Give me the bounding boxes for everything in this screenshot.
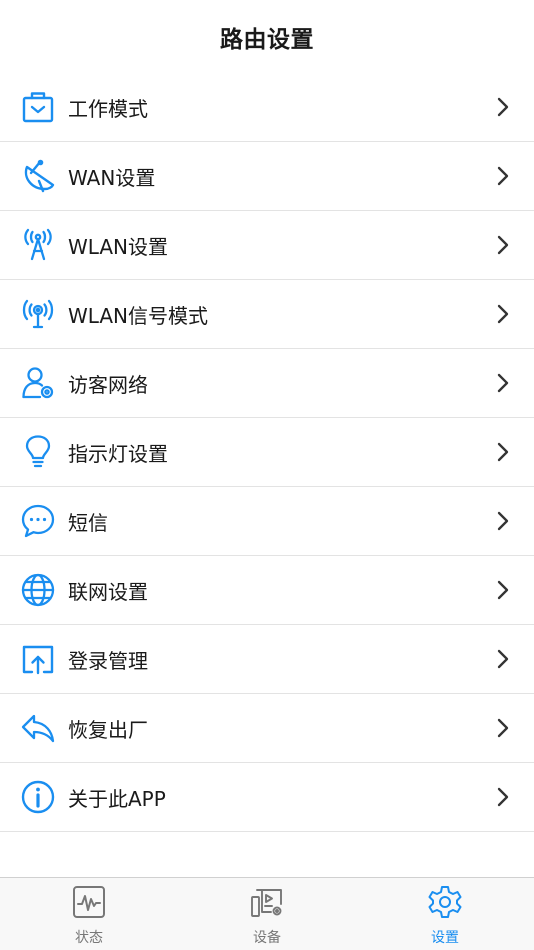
menu-item-label: 恢复出厂	[68, 717, 148, 742]
chat-bubble-icon	[21, 504, 55, 538]
info-icon	[21, 780, 55, 814]
upload-screen-icon	[21, 642, 55, 676]
briefcase-icon	[21, 90, 55, 124]
antenna-tower-icon	[21, 228, 55, 262]
tab-label: 状态	[75, 930, 103, 946]
chevron-right-icon	[496, 580, 510, 600]
reply-arrow-icon	[21, 711, 55, 745]
chevron-right-icon	[496, 718, 510, 738]
tab-device[interactable]: 设备	[178, 878, 356, 950]
tab-status[interactable]: 状态	[0, 878, 178, 950]
menu-item-indicator-light[interactable]: 指示灯设置	[0, 418, 534, 487]
guest-user-icon	[21, 366, 55, 400]
menu-item-label: 工作模式	[68, 96, 148, 121]
menu-item-work-mode[interactable]: 工作模式	[0, 73, 534, 142]
tab-label: 设备	[253, 930, 281, 946]
bottom-tab-bar: 状态 设备 设置	[0, 877, 534, 950]
chevron-right-icon	[496, 304, 510, 324]
menu-item-label: WLAN信号模式	[68, 303, 209, 328]
wireless-signal-icon	[21, 297, 55, 331]
chevron-right-icon	[496, 235, 510, 255]
tab-label: 设置	[431, 930, 459, 946]
menu-item-about-app[interactable]: 关于此APP	[0, 763, 534, 832]
pulse-monitor-icon	[71, 884, 107, 920]
chevron-right-icon	[496, 649, 510, 669]
chevron-right-icon	[496, 511, 510, 531]
chevron-right-icon	[496, 97, 510, 117]
menu-item-label: 短信	[68, 510, 108, 535]
menu-item-wlan[interactable]: WLAN设置	[0, 211, 534, 280]
tab-settings[interactable]: 设置	[356, 878, 534, 950]
menu-item-label: 联网设置	[68, 579, 148, 604]
menu-item-guest-network[interactable]: 访客网络	[0, 349, 534, 418]
menu-item-factory-reset[interactable]: 恢复出厂	[0, 694, 534, 763]
menu-item-label: 登录管理	[68, 648, 148, 673]
satellite-dish-icon	[21, 159, 55, 193]
gear-icon	[427, 884, 463, 920]
menu-item-wan[interactable]: WAN设置	[0, 142, 534, 211]
menu-item-wlan-signal-mode[interactable]: WLAN信号模式	[0, 280, 534, 349]
globe-icon	[21, 573, 55, 607]
header: 路由设置	[0, 0, 534, 74]
menu-item-label: 访客网络	[68, 372, 148, 397]
menu-item-sms[interactable]: 短信	[0, 487, 534, 556]
menu-item-label: 指示灯设置	[68, 441, 168, 466]
page-title: 路由设置	[220, 27, 314, 53]
chevron-right-icon	[496, 166, 510, 186]
settings-menu: 工作模式 WAN设置 WLAN设置 WLAN信号模式 访客网络 指示灯设置 短信…	[0, 73, 534, 832]
chevron-right-icon	[496, 442, 510, 462]
menu-item-label: 关于此APP	[68, 786, 166, 811]
menu-item-label: WAN设置	[68, 165, 156, 190]
menu-item-label: WLAN设置	[68, 234, 169, 259]
lightbulb-icon	[21, 435, 55, 469]
device-settings-icon	[249, 884, 285, 920]
menu-item-login-management[interactable]: 登录管理	[0, 625, 534, 694]
chevron-right-icon	[496, 787, 510, 807]
chevron-right-icon	[496, 373, 510, 393]
menu-item-internet-settings[interactable]: 联网设置	[0, 556, 534, 625]
